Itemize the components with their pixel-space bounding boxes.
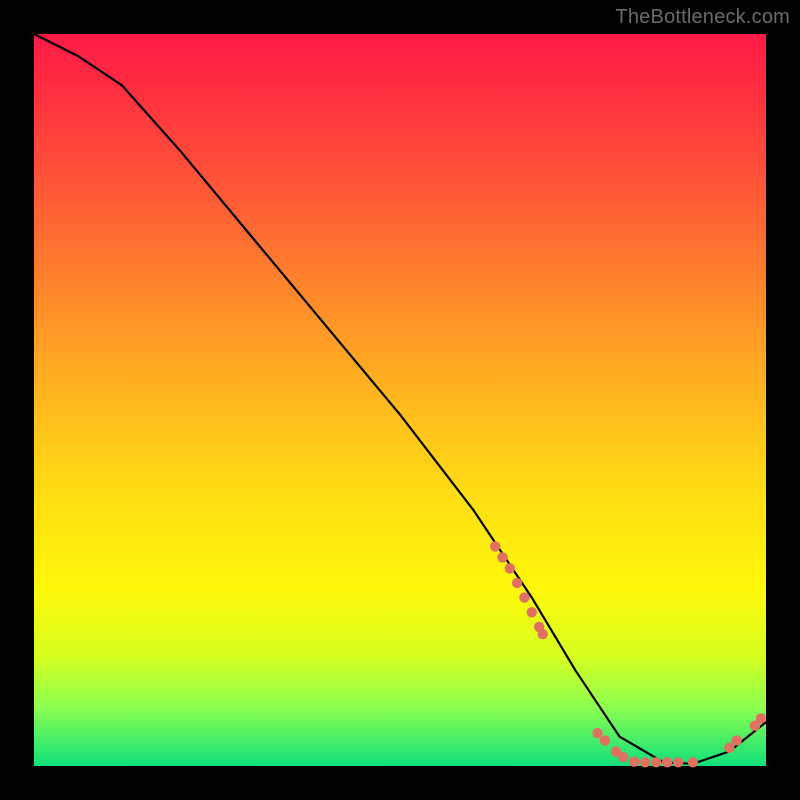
data-dot	[592, 728, 602, 738]
data-dot	[490, 541, 500, 551]
data-dot	[662, 757, 672, 767]
data-dot	[732, 735, 742, 745]
data-dot	[519, 592, 529, 602]
data-dot	[497, 552, 507, 562]
dot-layer	[490, 541, 766, 767]
data-dot	[527, 607, 537, 617]
data-dot	[538, 629, 548, 639]
data-dot	[640, 757, 650, 767]
data-dot	[600, 735, 610, 745]
curve-layer	[34, 34, 766, 766]
data-dot	[629, 756, 639, 766]
data-dot	[618, 752, 628, 762]
chart-stage: TheBottleneck.com	[0, 0, 800, 800]
data-dot	[688, 757, 698, 767]
attribution-text: TheBottleneck.com	[615, 6, 790, 29]
data-dot	[756, 713, 766, 723]
bottleneck-curve-path	[34, 34, 766, 764]
data-dot	[673, 757, 683, 767]
data-dot	[505, 563, 515, 573]
data-dot	[512, 578, 522, 588]
data-dot	[651, 757, 661, 767]
